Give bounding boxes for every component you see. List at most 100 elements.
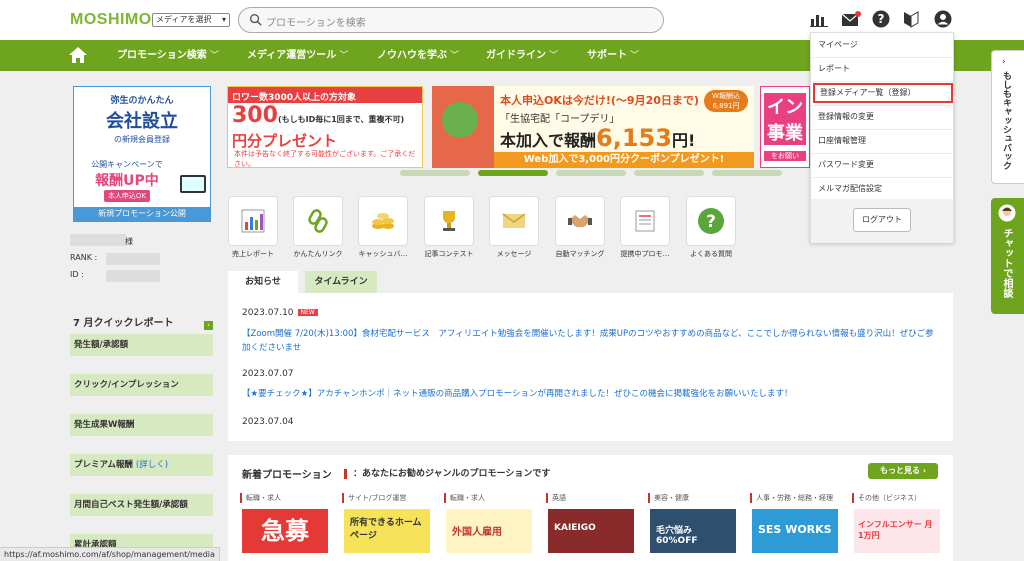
- user-name-redacted: [70, 234, 126, 246]
- monitor-icon: [180, 175, 206, 193]
- tab-timeline[interactable]: タイムライン: [305, 271, 377, 293]
- envelope-icon: [502, 213, 526, 228]
- trophy-icon: [443, 211, 455, 231]
- menu-bank-account[interactable]: 口座情報管理: [811, 131, 953, 151]
- easy-link-tile[interactable]: [293, 196, 343, 246]
- news-link[interactable]: 【Zoom開催 7/20(木)13:00】食材宅配サービス アフィリエイト勉強会…: [242, 327, 942, 355]
- tile-label: かんたんリンク: [293, 250, 343, 258]
- operator-avatar-icon: [998, 204, 1016, 222]
- user-icon[interactable]: [932, 8, 954, 30]
- search-icon: [249, 13, 262, 26]
- carousel-dot[interactable]: [712, 170, 782, 176]
- messages-tile[interactable]: [489, 196, 539, 246]
- qr-row-monthly-best[interactable]: 月間自己ベスト発生額/承認額: [70, 494, 213, 516]
- name-suffix: 様: [125, 237, 133, 246]
- mail-icon[interactable]: [840, 8, 862, 30]
- tab-news[interactable]: お知らせ: [228, 271, 298, 293]
- chain-link-icon: [308, 209, 328, 233]
- banner-2-badge: W報酬込 6,891円: [704, 90, 748, 112]
- banner-coop-deli[interactable]: 本人申込OKは今だけ!(～9月20日まで) 「生協宅配「コープデリ」 本加入で報…: [432, 86, 754, 168]
- cashback-tile[interactable]: [358, 196, 408, 246]
- handshake-icon: [568, 215, 592, 227]
- new-promotions-panel: 新着プロモーション ：あなたにお勧めジャンルのプロモーションです もっと見る ›…: [228, 455, 953, 561]
- news-date: 2023.07.07: [242, 369, 294, 379]
- promo-category: サイト/ブログ運営: [342, 493, 406, 503]
- media-select-value: メディアを選択: [156, 15, 212, 24]
- promo-tile[interactable]: 毛穴悩み 60%OFF: [650, 509, 736, 553]
- sales-report-tile[interactable]: [228, 196, 278, 246]
- banner-1-note: 本件は予告なく終了する可能性がございます。ご了承ください。: [234, 150, 416, 168]
- nav-media-tools[interactable]: メディア運営ツール ﹀: [247, 40, 348, 71]
- banner-3-sub: をお願い: [764, 151, 806, 161]
- menu-mypage[interactable]: マイページ: [811, 35, 953, 55]
- nav-support[interactable]: サポート ﹀: [587, 40, 639, 71]
- qr-row-clicks-impressions[interactable]: クリック/インプレッション: [70, 374, 213, 396]
- promo-tile[interactable]: KAIEIGO: [548, 509, 634, 553]
- news-date: 2023.07.10 NEW: [242, 308, 318, 318]
- tile-label: キャッシュバ…: [358, 250, 408, 258]
- rank-label: RANK :: [70, 253, 98, 262]
- promo-tile[interactable]: SES WORKS: [752, 509, 838, 553]
- cashback-side-tab[interactable]: › もしもキャッシュバック: [991, 50, 1024, 184]
- chevron-down-icon: ▾: [221, 15, 226, 24]
- search-input[interactable]: プロモーションを検索: [238, 7, 664, 33]
- promo-subtitle: ：あなたにお勧めジャンルのプロモーションです: [344, 466, 550, 479]
- carousel-dot[interactable]: [400, 170, 470, 176]
- coins-icon: [372, 213, 394, 229]
- new-badge: NEW: [297, 309, 318, 316]
- help-icon[interactable]: ?: [870, 8, 892, 30]
- qr-row-accrued-approved[interactable]: 発生額/承認額: [70, 334, 213, 356]
- news-link[interactable]: 【★要チェック★】アカチャンホンポ｜ネット通販の商品購入プロモーションが再開され…: [242, 387, 942, 401]
- report-chart-icon[interactable]: [808, 8, 830, 30]
- qr-row-premium-reward[interactable]: プレミアム報酬 (詳しく): [70, 454, 213, 476]
- sidebar-ad-banner[interactable]: 弥生のかんたん 会社設立 の新規会員登録 公開キャンペーンで 報酬UP中 本人申…: [73, 86, 211, 222]
- nav-promotion-search[interactable]: プロモーション検索 ﹀: [117, 40, 219, 71]
- chevron-down-icon: ﹀: [209, 51, 219, 61]
- banner-follower-present[interactable]: ロワー数3000人以上の方対象 300(もしもID毎に1回まで、重複不可) 円分…: [227, 86, 423, 168]
- nav-guidelines[interactable]: ガイドライン ﹀: [486, 40, 558, 71]
- menu-change-password[interactable]: パスワード変更: [811, 155, 953, 175]
- chevron-down-icon: ﹀: [339, 51, 349, 61]
- quick-report-title: 7 月クイックレポート: [73, 318, 174, 329]
- article-contest-tile[interactable]: [424, 196, 474, 246]
- banner-partial[interactable]: イン事業 をお願い: [760, 86, 810, 168]
- partnered-promotions-tile[interactable]: [620, 196, 670, 246]
- qr-row-double-reward[interactable]: 発生成果W報酬: [70, 414, 213, 436]
- chevron-down-icon: ﹀: [450, 51, 460, 61]
- banner-1-top: ロワー数3000人以上の方対象: [228, 87, 422, 103]
- promo-tile[interactable]: 外国人雇用: [446, 509, 532, 553]
- sidebar-banner-heading: 弥生のかんたん 会社設立 の新規会員登録: [106, 96, 178, 144]
- banner-1-main: 300(もしもID毎に1回まで、重複不可) 円分プレゼント: [232, 103, 405, 150]
- status-bar-url: https://af.moshimo.com/af/shop/managemen…: [0, 547, 220, 561]
- carousel-dot[interactable]: [556, 170, 626, 176]
- carousel-dot[interactable]: [634, 170, 704, 176]
- promo-tile[interactable]: インフルエンサー 月1万円: [854, 509, 940, 553]
- logo[interactable]: MOSHIMO: [70, 11, 152, 29]
- see-more-button[interactable]: もっと見る ›: [868, 463, 938, 479]
- chevron-right-icon[interactable]: ›: [204, 321, 213, 330]
- menu-report[interactable]: レポート: [811, 59, 953, 79]
- chevron-right-icon: ›: [1002, 57, 1006, 67]
- chevron-down-icon: ﹀: [630, 51, 640, 61]
- logout-button[interactable]: ログアウト: [853, 208, 911, 232]
- tile-label: よくある質問: [690, 250, 732, 258]
- faq-tile[interactable]: ?: [686, 196, 736, 246]
- user-dropdown-menu: マイページ レポート 登録メディア一覧（登録） 登録情報の変更 口座情報管理 パ…: [810, 32, 954, 243]
- carousel-dot-active[interactable]: [478, 170, 548, 176]
- menu-edit-registration[interactable]: 登録情報の変更: [811, 107, 953, 127]
- promo-tile[interactable]: 急募: [242, 509, 328, 553]
- menu-newsletter-settings[interactable]: メルマガ配信設定: [811, 179, 953, 199]
- detail-link[interactable]: (詳しく): [136, 460, 168, 470]
- banner-3-main: イン事業: [764, 93, 806, 145]
- menu-registered-media-list[interactable]: 登録メディア一覧（登録）: [813, 83, 953, 103]
- beginner-mark-icon[interactable]: [900, 8, 922, 30]
- news-panel: 2023.07.10 NEW 【Zoom開催 7/20(木)13:00】食材宅配サ…: [228, 293, 953, 441]
- id-label: ID :: [70, 270, 84, 279]
- promo-tile[interactable]: 所有できるホームページ: [344, 509, 430, 553]
- auto-matching-tile[interactable]: [555, 196, 605, 246]
- chat-consult-side-tab[interactable]: チャットで相談: [991, 198, 1024, 314]
- media-select[interactable]: メディアを選択 ▾: [152, 13, 230, 27]
- search-placeholder: プロモーションを検索: [266, 18, 366, 29]
- nav-learn-knowhow[interactable]: ノウハウを学ぶ ﹀: [377, 40, 459, 71]
- home-icon[interactable]: [68, 46, 88, 64]
